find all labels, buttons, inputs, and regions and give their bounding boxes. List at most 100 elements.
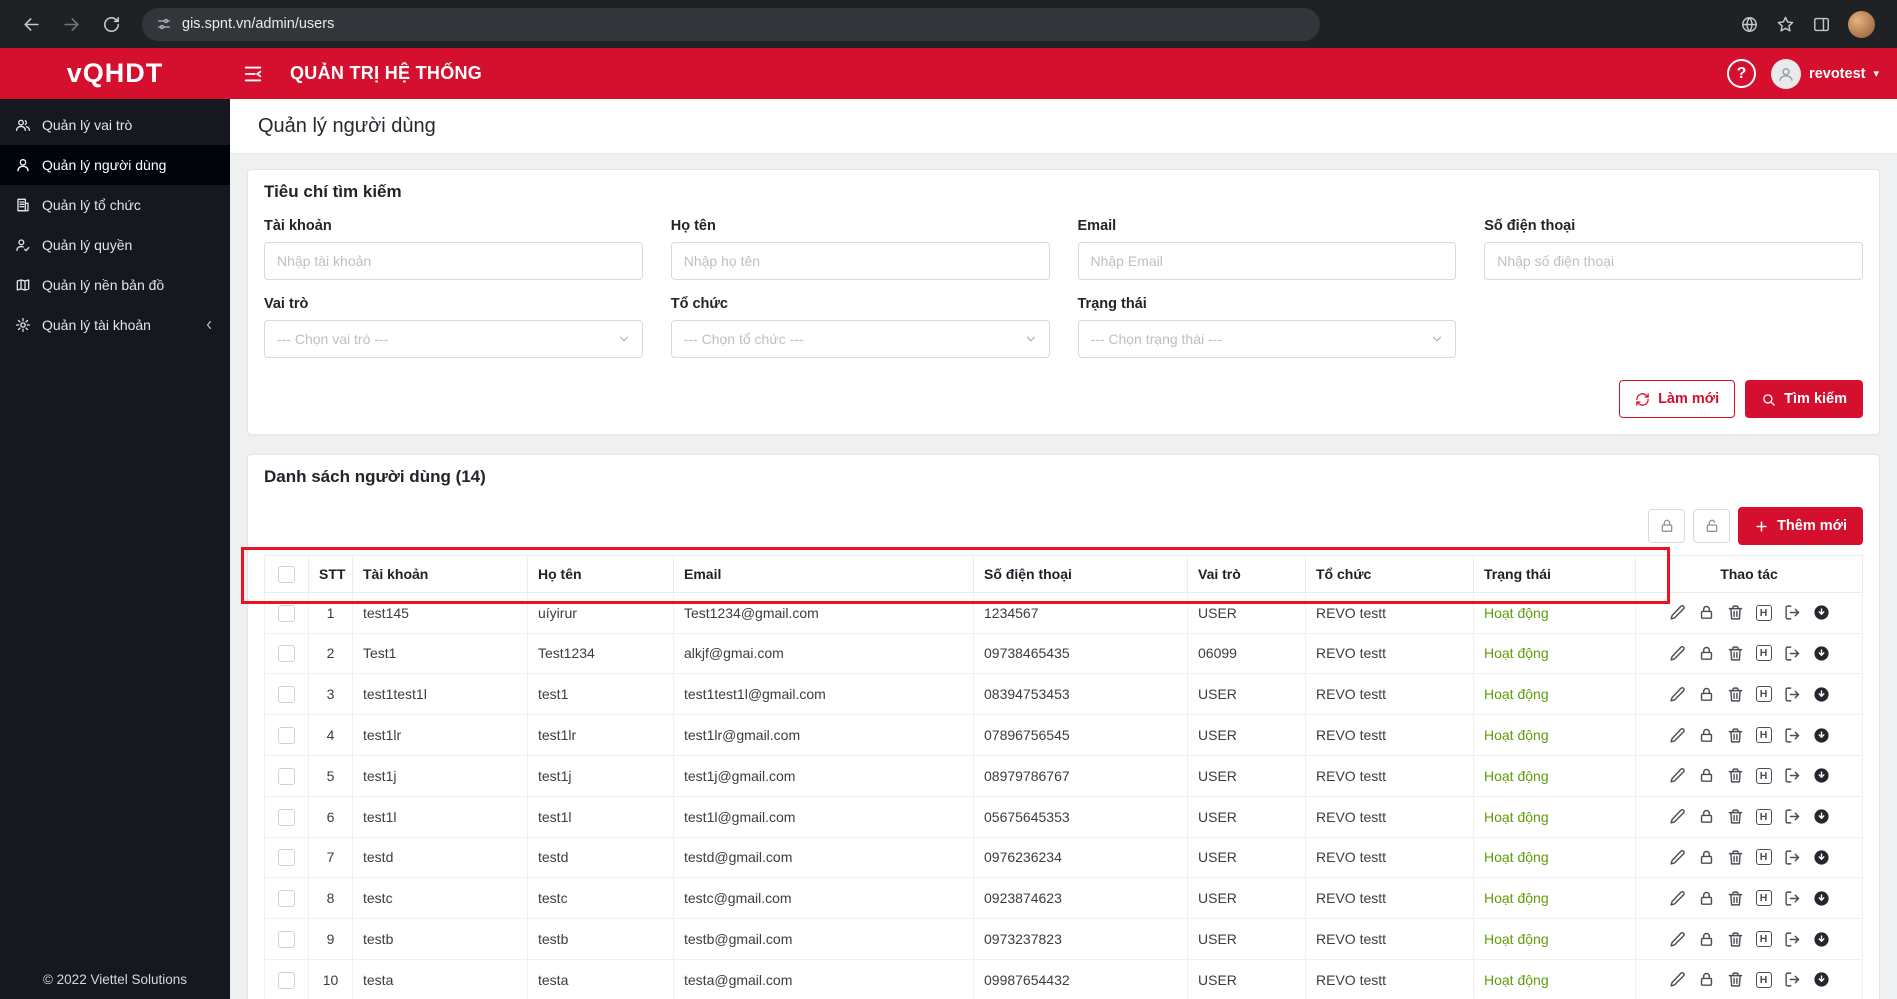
download-action-button[interactable]	[1813, 971, 1830, 988]
sidebar-item-4[interactable]: Quản lý quyền	[0, 225, 230, 265]
delete-action-button[interactable]	[1727, 727, 1744, 744]
lock-action-button[interactable]	[1698, 971, 1715, 988]
lock-action-button[interactable]	[1698, 727, 1715, 744]
browser-reload-button[interactable]	[94, 7, 128, 41]
logout-action-button[interactable]	[1784, 849, 1801, 866]
edit-action-button[interactable]	[1669, 931, 1686, 948]
sidebar-item-5[interactable]: Quản lý nền bản đồ	[0, 265, 230, 305]
edit-action-button[interactable]	[1669, 849, 1686, 866]
browser-back-button[interactable]	[14, 7, 48, 41]
delete-action-button[interactable]	[1727, 849, 1744, 866]
search-input-3[interactable]	[1077, 242, 1457, 280]
lock-action-button[interactable]	[1698, 645, 1715, 662]
help-button[interactable]: ?	[1727, 59, 1757, 88]
sidebar-item-2[interactable]: Quản lý người dùng	[0, 145, 230, 185]
history-action-button[interactable]: H	[1755, 686, 1772, 703]
delete-action-button[interactable]	[1727, 686, 1744, 703]
side-panel-icon[interactable]	[1812, 15, 1831, 34]
browser-forward-button[interactable]	[54, 7, 88, 41]
download-action-button[interactable]	[1813, 767, 1830, 784]
edit-action-button[interactable]	[1669, 808, 1686, 825]
download-action-button[interactable]	[1813, 931, 1830, 948]
row-checkbox[interactable]	[278, 645, 295, 663]
search-select-2[interactable]: --- Chọn tổ chức ---	[670, 320, 1050, 358]
lock-action-button[interactable]	[1698, 890, 1715, 907]
address-bar[interactable]: gis.spnt.vn/admin/users	[142, 7, 1320, 41]
edit-action-button[interactable]	[1669, 645, 1686, 662]
search-input-4[interactable]	[1484, 242, 1863, 280]
row-checkbox[interactable]	[278, 849, 295, 867]
logout-action-button[interactable]	[1784, 727, 1801, 744]
row-checkbox[interactable]	[278, 604, 295, 622]
row-checkbox[interactable]	[278, 890, 295, 908]
row-checkbox[interactable]	[278, 767, 295, 785]
delete-action-button[interactable]	[1727, 645, 1744, 662]
select-all-checkbox[interactable]	[278, 565, 295, 583]
history-action-button[interactable]: H	[1755, 971, 1772, 988]
history-action-button[interactable]: H	[1755, 604, 1772, 621]
history-action-button[interactable]: H	[1755, 767, 1772, 784]
download-action-button[interactable]	[1813, 727, 1830, 744]
delete-action-button[interactable]	[1727, 931, 1744, 948]
logout-action-button[interactable]	[1784, 971, 1801, 988]
translate-icon[interactable]	[1740, 15, 1759, 34]
lock-action-button[interactable]	[1698, 767, 1715, 784]
history-action-button[interactable]: H	[1755, 727, 1772, 744]
lock-action-button[interactable]	[1698, 931, 1715, 948]
delete-action-button[interactable]	[1727, 767, 1744, 784]
user-menu[interactable]: revotest ▾	[1771, 58, 1879, 89]
edit-action-button[interactable]	[1669, 604, 1686, 621]
delete-action-button[interactable]	[1727, 971, 1744, 988]
lock-action-button[interactable]	[1698, 686, 1715, 703]
download-action-button[interactable]	[1813, 604, 1830, 621]
download-action-button[interactable]	[1813, 645, 1830, 662]
edit-action-button[interactable]	[1669, 727, 1686, 744]
site-info-icon[interactable]	[156, 16, 172, 32]
lock-action-button[interactable]	[1698, 808, 1715, 825]
edit-action-button[interactable]	[1669, 767, 1686, 784]
logout-action-button[interactable]	[1784, 808, 1801, 825]
search-button[interactable]: Tìm kiếm	[1745, 380, 1863, 418]
download-action-button[interactable]	[1813, 808, 1830, 825]
history-action-button[interactable]: H	[1755, 931, 1772, 948]
history-action-button[interactable]: H	[1755, 645, 1772, 662]
row-checkbox[interactable]	[278, 808, 295, 826]
search-select-3[interactable]: --- Chọn trạng thái ---	[1077, 320, 1457, 358]
unlock-users-button[interactable]	[1693, 509, 1731, 543]
edit-action-button[interactable]	[1669, 890, 1686, 907]
bookmark-star-icon[interactable]	[1776, 15, 1795, 34]
delete-action-button[interactable]	[1727, 890, 1744, 907]
search-select-1[interactable]: --- Chọn vai trò ---	[264, 320, 643, 358]
download-action-button[interactable]	[1813, 686, 1830, 703]
row-checkbox[interactable]	[278, 686, 295, 704]
history-action-button[interactable]: H	[1755, 890, 1772, 907]
logout-action-button[interactable]	[1784, 645, 1801, 662]
download-action-button[interactable]	[1813, 849, 1830, 866]
row-checkbox[interactable]	[278, 726, 295, 744]
logout-action-button[interactable]	[1784, 931, 1801, 948]
row-checkbox[interactable]	[278, 971, 295, 989]
browser-profile-avatar[interactable]	[1848, 10, 1875, 38]
add-new-button[interactable]: Thêm mới	[1738, 507, 1863, 545]
logout-action-button[interactable]	[1784, 890, 1801, 907]
delete-action-button[interactable]	[1727, 604, 1744, 621]
app-logo[interactable]: vQHDT	[0, 58, 230, 89]
download-action-button[interactable]	[1813, 890, 1830, 907]
row-checkbox[interactable]	[278, 930, 295, 948]
edit-action-button[interactable]	[1669, 686, 1686, 703]
search-input-2[interactable]	[670, 242, 1050, 280]
history-action-button[interactable]: H	[1755, 849, 1772, 866]
sidebar-item-3[interactable]: Quản lý tổ chức	[0, 185, 230, 225]
delete-action-button[interactable]	[1727, 808, 1744, 825]
lock-users-button[interactable]	[1648, 509, 1686, 543]
logout-action-button[interactable]	[1784, 604, 1801, 621]
refresh-button[interactable]: Làm mới	[1619, 380, 1736, 418]
search-input-1[interactable]	[264, 242, 643, 280]
logout-action-button[interactable]	[1784, 686, 1801, 703]
sidebar-item-1[interactable]: Quản lý vai trò	[0, 105, 230, 145]
lock-action-button[interactable]	[1698, 604, 1715, 621]
lock-action-button[interactable]	[1698, 849, 1715, 866]
sidebar-item-6[interactable]: Quản lý tài khoản	[0, 305, 230, 345]
logout-action-button[interactable]	[1784, 767, 1801, 784]
menu-fold-icon[interactable]	[242, 63, 264, 85]
